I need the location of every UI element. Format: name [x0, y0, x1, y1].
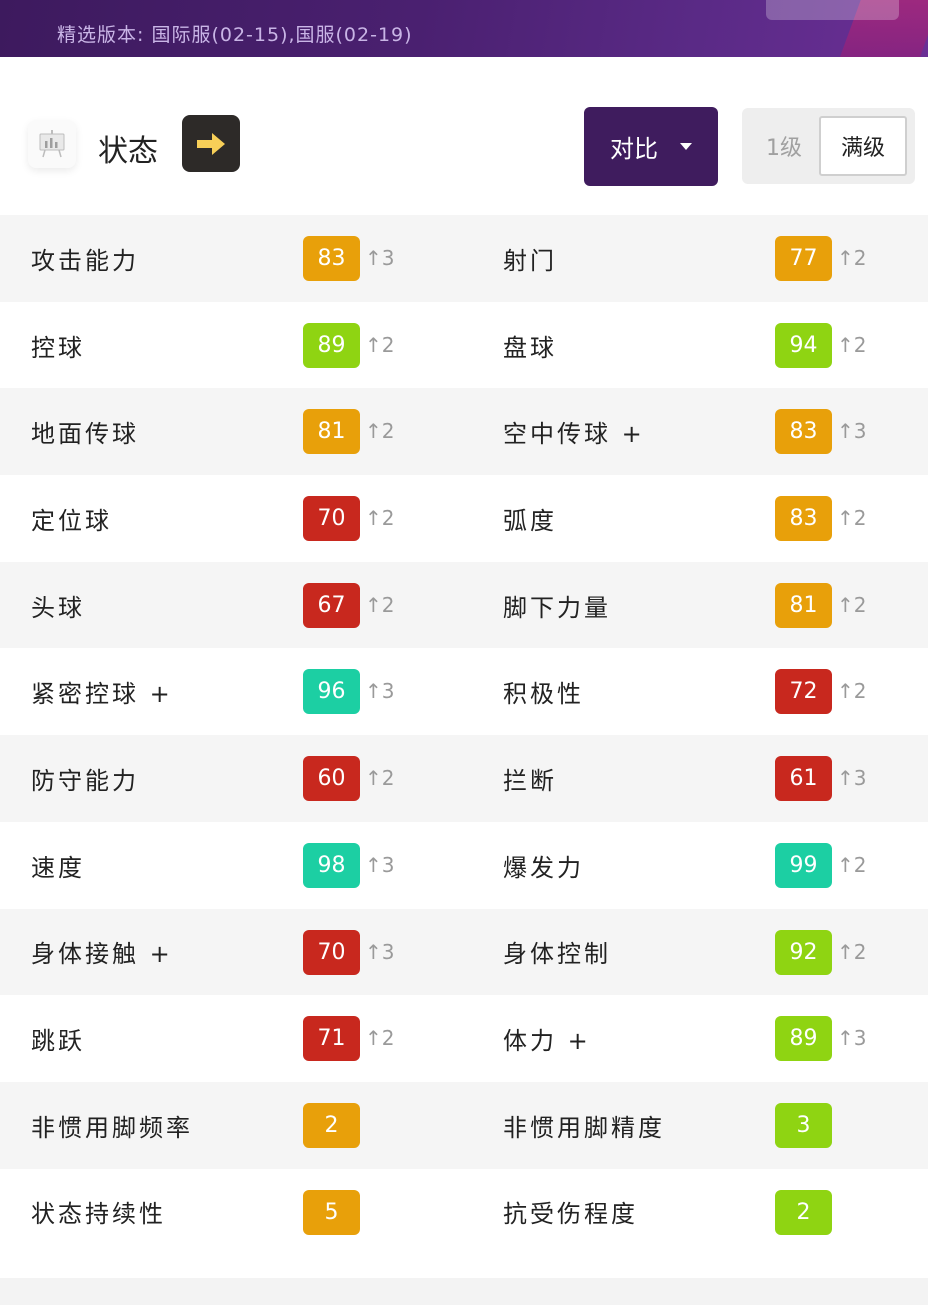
stat-value-badge: 61 — [775, 756, 832, 802]
stat-increase: ↑3 — [837, 766, 867, 791]
stat-label: 盘球 — [503, 333, 557, 362]
table-row: 定位球 70 ↑2 弧度 83 ↑2 — [0, 475, 928, 562]
stat-increase: ↑3 — [837, 1026, 867, 1051]
arrow-right-icon — [197, 132, 225, 155]
compare-dropdown[interactable]: 对比 — [584, 107, 718, 186]
stat-label: 攻击能力 — [31, 246, 139, 275]
stat-increase: ↑2 — [837, 246, 867, 270]
top-banner: 精选版本: 国际服(02-15),国服(02-19) — [0, 0, 928, 57]
stat-value-badge: 98 — [303, 842, 360, 888]
compare-label: 对比 — [610, 135, 658, 163]
stat-increase: ↑3 — [837, 419, 867, 444]
table-row: 地面传球 81 ↑2 空中传球 + 83 ↑3 — [0, 388, 928, 476]
stat-increase: ↑2 — [837, 506, 867, 531]
stat-label: 空中传球 + — [503, 420, 645, 449]
table-row: 攻击能力 83 ↑3 射门 77 ↑2 — [0, 215, 928, 302]
stat-value-badge: 67 — [303, 582, 360, 628]
stat-value-badge: 96 — [303, 669, 360, 715]
stat-increase: ↑3 — [365, 679, 395, 704]
table-row: 身体接触 + 70 ↑3 身体控制 92 ↑2 — [0, 908, 928, 996]
next-button[interactable] — [182, 115, 240, 172]
stat-value-badge: 70 — [303, 496, 360, 542]
stat-label: 状态持续性 — [31, 1200, 166, 1229]
version-text: 精选版本: 国际服(02-15),国服(02-19) — [57, 24, 413, 46]
stat-label: 体力 + — [503, 1027, 591, 1056]
stat-value-badge: 99 — [775, 842, 832, 888]
stat-label: 控球 — [31, 333, 85, 362]
level-max-option[interactable]: 满级 — [819, 116, 907, 176]
stat-label: 地面传球 — [31, 420, 139, 449]
stat-increase: ↑2 — [365, 419, 395, 444]
stat-value-badge: 83 — [303, 236, 360, 281]
stat-label: 抗受伤程度 — [503, 1200, 638, 1229]
stat-label: 防守能力 — [31, 766, 139, 795]
stat-label: 射门 — [503, 246, 557, 275]
table-row: 状态持续性 5 抗受伤程度 2 — [0, 1168, 928, 1256]
stat-label: 脚下力量 — [503, 593, 611, 622]
table-row: 速度 98 ↑3 爆发力 99 ↑2 — [0, 821, 928, 909]
stat-label: 非惯用脚精度 — [503, 1113, 665, 1142]
stat-value-badge: 89 — [303, 322, 360, 368]
stat-value-badge: 89 — [775, 1016, 832, 1062]
page-title: 状态 — [98, 134, 158, 169]
stat-label: 头球 — [31, 593, 85, 622]
stat-label: 身体控制 — [503, 940, 611, 969]
stat-increase: ↑3 — [365, 246, 395, 270]
stat-increase: ↑2 — [837, 592, 867, 617]
stat-increase: ↑2 — [837, 939, 867, 964]
stat-value-badge: 92 — [775, 929, 832, 975]
stat-value-badge: 81 — [303, 409, 360, 455]
stat-increase: ↑2 — [365, 592, 395, 617]
caret-down-icon — [680, 143, 692, 150]
footer-strip — [0, 1278, 928, 1305]
stat-label: 弧度 — [503, 506, 557, 535]
table-row: 防守能力 60 ↑2 拦断 61 ↑3 — [0, 735, 928, 822]
banner-button[interactable] — [766, 0, 899, 20]
stat-increase: ↑2 — [837, 332, 867, 357]
stat-value-badge: 83 — [775, 409, 832, 455]
table-row: 头球 67 ↑2 脚下力量 81 ↑2 — [0, 561, 928, 649]
stat-value-badge: 70 — [303, 929, 360, 975]
stat-label: 速度 — [31, 853, 85, 882]
table-row: 跳跃 71 ↑2 体力 + 89 ↑3 — [0, 995, 928, 1082]
stat-increase: ↑2 — [837, 679, 867, 704]
stat-increase: ↑2 — [365, 332, 395, 357]
stat-label: 爆发力 — [503, 853, 584, 882]
stats-table: 攻击能力 83 ↑3 射门 77 ↑2 控球 89 ↑2 盘球 94 ↑2 地面传球 81 ↑2 空中传球 +… — [0, 215, 928, 1256]
stat-value-badge: 94 — [775, 322, 832, 368]
stat-label: 非惯用脚频率 — [31, 1113, 193, 1142]
stat-label: 跳跃 — [31, 1027, 85, 1056]
stat-label: 积极性 — [503, 680, 584, 709]
chart-icon — [28, 120, 76, 168]
stat-value-badge: 81 — [775, 582, 832, 628]
stat-label: 身体接触 + — [31, 940, 173, 969]
stat-increase: ↑3 — [365, 852, 395, 877]
stat-label: 定位球 — [31, 506, 112, 535]
stat-increase: ↑3 — [365, 939, 395, 964]
stat-increase: ↑2 — [365, 506, 395, 531]
stat-value-badge: 3 — [775, 1102, 832, 1148]
stat-increase: ↑2 — [365, 766, 395, 791]
level-1-option[interactable]: 1级 — [748, 116, 820, 176]
table-row: 非惯用脚频率 2 非惯用脚精度 3 — [0, 1081, 928, 1169]
stat-increase: ↑2 — [837, 852, 867, 877]
stat-value-badge: 60 — [303, 756, 360, 802]
stat-value-badge: 83 — [775, 496, 832, 542]
stat-label: 拦断 — [503, 766, 557, 795]
table-row: 紧密控球 + 96 ↑3 积极性 72 ↑2 — [0, 648, 928, 736]
stat-value-badge: 72 — [775, 669, 832, 715]
stat-increase: ↑2 — [365, 1026, 395, 1051]
stat-value-badge: 77 — [775, 236, 832, 281]
stat-value-badge: 71 — [303, 1016, 360, 1062]
stat-label: 紧密控球 + — [31, 680, 173, 709]
stat-value-badge: 2 — [775, 1189, 832, 1235]
table-row: 控球 89 ↑2 盘球 94 ↑2 — [0, 301, 928, 389]
stat-value-badge: 5 — [303, 1189, 360, 1235]
level-toggle: 1级 满级 — [742, 108, 915, 184]
stat-value-badge: 2 — [303, 1102, 360, 1148]
